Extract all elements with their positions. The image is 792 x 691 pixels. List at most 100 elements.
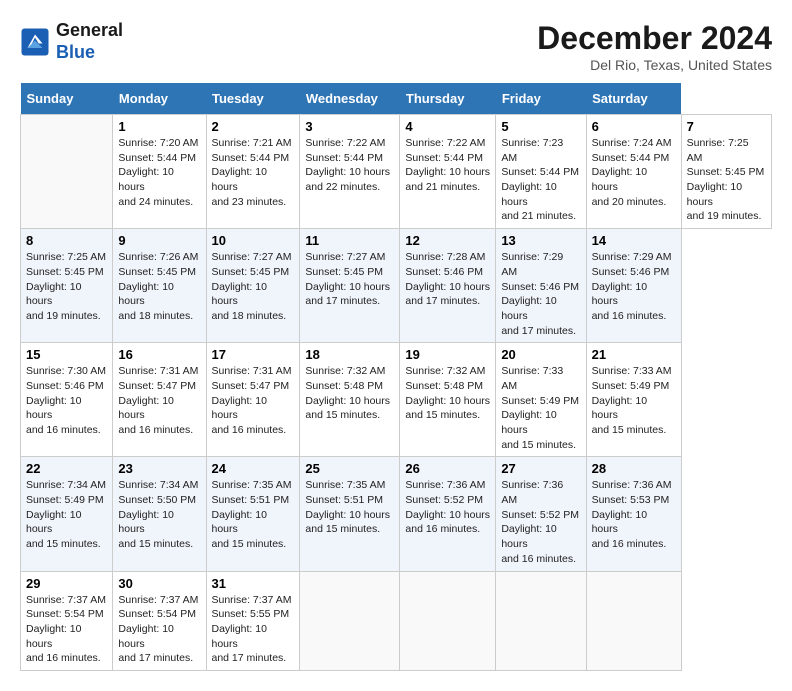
calendar-day-cell: 16Sunrise: 7:31 AMSunset: 5:47 PMDayligh…: [113, 343, 206, 457]
day-info: Sunrise: 7:24 AMSunset: 5:44 PMDaylight:…: [592, 136, 676, 209]
calendar-day-cell: [496, 571, 586, 670]
day-info: Sunrise: 7:22 AMSunset: 5:44 PMDaylight:…: [405, 136, 490, 195]
day-info: Sunrise: 7:25 AMSunset: 5:45 PMDaylight:…: [687, 136, 766, 224]
day-number: 1: [118, 119, 200, 134]
day-info: Sunrise: 7:33 AMSunset: 5:49 PMDaylight:…: [501, 364, 580, 452]
day-info: Sunrise: 7:22 AMSunset: 5:44 PMDaylight:…: [305, 136, 394, 195]
day-info: Sunrise: 7:34 AMSunset: 5:49 PMDaylight:…: [26, 478, 107, 551]
calendar-day-cell: 9 Sunrise: 7:26 AMSunset: 5:45 PMDaylight…: [113, 229, 206, 343]
calendar-day-cell: 1 Sunrise: 7:20 AMSunset: 5:44 PMDaylight…: [113, 115, 206, 229]
calendar-day-cell: 12 Sunrise: 7:28 AMSunset: 5:46 PMDayligh…: [400, 229, 496, 343]
day-info: Sunrise: 7:20 AMSunset: 5:44 PMDaylight:…: [118, 136, 200, 209]
day-info: Sunrise: 7:34 AMSunset: 5:50 PMDaylight:…: [118, 478, 200, 551]
calendar-day-cell: 23 Sunrise: 7:34 AMSunset: 5:50 PMDayligh…: [113, 457, 206, 571]
day-number: 9: [118, 233, 200, 248]
calendar-day-cell: 8 Sunrise: 7:25 AMSunset: 5:45 PMDaylight…: [21, 229, 113, 343]
calendar-day-header: Thursday: [400, 83, 496, 115]
day-number: 20: [501, 347, 580, 362]
day-number: 15: [26, 347, 107, 362]
calendar-day-cell: 7 Sunrise: 7:25 AMSunset: 5:45 PMDaylight…: [681, 115, 771, 229]
calendar-day-cell: 27 Sunrise: 7:36 AMSunset: 5:52 PMDayligh…: [496, 457, 586, 571]
day-number: 29: [26, 576, 107, 591]
day-number: 13: [501, 233, 580, 248]
day-info: Sunrise: 7:21 AMSunset: 5:44 PMDaylight:…: [212, 136, 295, 209]
day-number: 28: [592, 461, 676, 476]
day-number: 27: [501, 461, 580, 476]
calendar-header-row: SundayMondayTuesdayWednesdayThursdayFrid…: [21, 83, 772, 115]
day-info: Sunrise: 7:23 AMSunset: 5:44 PMDaylight:…: [501, 136, 580, 224]
day-info: Sunrise: 7:32 AMSunset: 5:48 PMDaylight:…: [305, 364, 394, 423]
day-number: 10: [212, 233, 295, 248]
month-title: December 2024: [537, 20, 772, 57]
day-info: Sunrise: 7:35 AMSunset: 5:51 PMDaylight:…: [305, 478, 394, 537]
day-info: Sunrise: 7:31 AMSunset: 5:47 PMDaylight:…: [212, 364, 295, 437]
day-number: 2: [212, 119, 295, 134]
day-number: 14: [592, 233, 676, 248]
day-info: Sunrise: 7:37 AMSunset: 5:55 PMDaylight:…: [212, 593, 295, 666]
calendar-day-header: Sunday: [21, 83, 113, 115]
calendar-day-cell: 3 Sunrise: 7:22 AMSunset: 5:44 PMDaylight…: [300, 115, 400, 229]
day-number: 18: [305, 347, 394, 362]
day-number: 16: [118, 347, 200, 362]
calendar-week-row: 29Sunrise: 7:37 AMSunset: 5:54 PMDayligh…: [21, 571, 772, 670]
day-info: Sunrise: 7:28 AMSunset: 5:46 PMDaylight:…: [405, 250, 490, 309]
location: Del Rio, Texas, United States: [537, 57, 772, 73]
day-number: 5: [501, 119, 580, 134]
calendar-day-header: Wednesday: [300, 83, 400, 115]
day-info: Sunrise: 7:33 AMSunset: 5:49 PMDaylight:…: [592, 364, 676, 437]
day-info: Sunrise: 7:27 AMSunset: 5:45 PMDaylight:…: [212, 250, 295, 323]
calendar-day-cell: 30Sunrise: 7:37 AMSunset: 5:54 PMDayligh…: [113, 571, 206, 670]
calendar-day-cell: 11Sunrise: 7:27 AMSunset: 5:45 PMDayligh…: [300, 229, 400, 343]
calendar-day-cell: 13 Sunrise: 7:29 AMSunset: 5:46 PMDayligh…: [496, 229, 586, 343]
day-info: Sunrise: 7:35 AMSunset: 5:51 PMDaylight:…: [212, 478, 295, 551]
calendar-day-header: Monday: [113, 83, 206, 115]
day-info: Sunrise: 7:25 AMSunset: 5:45 PMDaylight:…: [26, 250, 107, 323]
calendar-day-cell: [300, 571, 400, 670]
calendar-day-cell: 10 Sunrise: 7:27 AMSunset: 5:45 PMDayligh…: [206, 229, 300, 343]
day-info: Sunrise: 7:30 AMSunset: 5:46 PMDaylight:…: [26, 364, 107, 437]
calendar-week-row: 15 Sunrise: 7:30 AMSunset: 5:46 PMDayligh…: [21, 343, 772, 457]
logo-text: General Blue: [56, 20, 123, 63]
day-number: 22: [26, 461, 107, 476]
calendar-week-row: 8 Sunrise: 7:25 AMSunset: 5:45 PMDaylight…: [21, 229, 772, 343]
day-number: 24: [212, 461, 295, 476]
day-number: 30: [118, 576, 200, 591]
calendar-day-cell: 28 Sunrise: 7:36 AMSunset: 5:53 PMDayligh…: [586, 457, 681, 571]
calendar-day-cell: 18 Sunrise: 7:32 AMSunset: 5:48 PMDayligh…: [300, 343, 400, 457]
calendar-day-cell: 29Sunrise: 7:37 AMSunset: 5:54 PMDayligh…: [21, 571, 113, 670]
calendar-day-cell: 4Sunrise: 7:22 AMSunset: 5:44 PMDaylight…: [400, 115, 496, 229]
calendar-day-cell: [400, 571, 496, 670]
day-info: Sunrise: 7:29 AMSunset: 5:46 PMDaylight:…: [501, 250, 580, 338]
calendar-day-cell: 15 Sunrise: 7:30 AMSunset: 5:46 PMDayligh…: [21, 343, 113, 457]
day-number: 12: [405, 233, 490, 248]
day-info: Sunrise: 7:27 AMSunset: 5:45 PMDaylight:…: [305, 250, 394, 309]
day-number: 19: [405, 347, 490, 362]
day-info: Sunrise: 7:26 AMSunset: 5:45 PMDaylight:…: [118, 250, 200, 323]
calendar-day-cell: 22 Sunrise: 7:34 AMSunset: 5:49 PMDayligh…: [21, 457, 113, 571]
day-number: 8: [26, 233, 107, 248]
title-area: December 2024 Del Rio, Texas, United Sta…: [537, 20, 772, 73]
calendar-day-cell: 2 Sunrise: 7:21 AMSunset: 5:44 PMDaylight…: [206, 115, 300, 229]
day-number: 31: [212, 576, 295, 591]
calendar-day-cell: 19Sunrise: 7:32 AMSunset: 5:48 PMDayligh…: [400, 343, 496, 457]
calendar-day-cell: 24 Sunrise: 7:35 AMSunset: 5:51 PMDayligh…: [206, 457, 300, 571]
day-number: 25: [305, 461, 394, 476]
day-number: 23: [118, 461, 200, 476]
calendar-day-header: Saturday: [586, 83, 681, 115]
calendar-week-row: 1 Sunrise: 7:20 AMSunset: 5:44 PMDaylight…: [21, 115, 772, 229]
day-info: Sunrise: 7:36 AMSunset: 5:52 PMDaylight:…: [501, 478, 580, 566]
calendar-day-cell: 21 Sunrise: 7:33 AMSunset: 5:49 PMDayligh…: [586, 343, 681, 457]
day-number: 3: [305, 119, 394, 134]
calendar-day-header: Friday: [496, 83, 586, 115]
day-info: Sunrise: 7:29 AMSunset: 5:46 PMDaylight:…: [592, 250, 676, 323]
calendar-day-cell: 14 Sunrise: 7:29 AMSunset: 5:46 PMDayligh…: [586, 229, 681, 343]
logo: General Blue: [20, 20, 123, 63]
day-info: Sunrise: 7:36 AMSunset: 5:53 PMDaylight:…: [592, 478, 676, 551]
calendar-day-cell: [586, 571, 681, 670]
day-number: 26: [405, 461, 490, 476]
calendar-day-header: Tuesday: [206, 83, 300, 115]
day-number: 17: [212, 347, 295, 362]
day-info: Sunrise: 7:36 AMSunset: 5:52 PMDaylight:…: [405, 478, 490, 537]
day-number: 21: [592, 347, 676, 362]
day-number: 7: [687, 119, 766, 134]
